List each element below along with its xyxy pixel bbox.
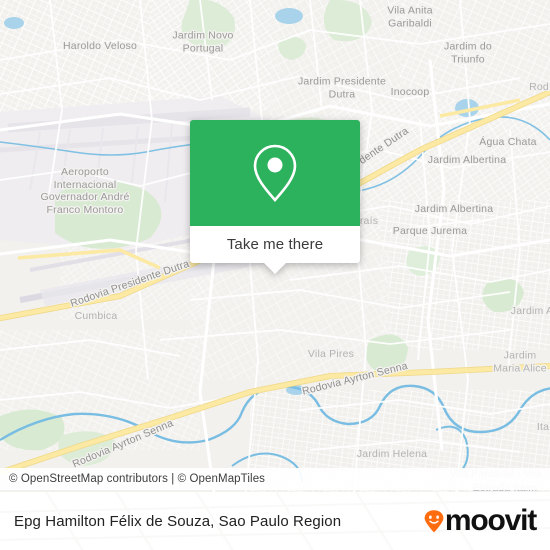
moovit-wordmark: moovit xyxy=(444,504,537,537)
take-me-there-popup[interactable]: Take me there xyxy=(190,120,360,274)
map-viewport[interactable]: Haroldo Veloso Jardim Novo Portugal Jard… xyxy=(0,0,550,492)
moovit-logo[interactable]: moovit xyxy=(424,506,550,536)
popup-pointer xyxy=(264,263,286,274)
moovit-smiley-pin-icon xyxy=(424,510,444,533)
map-attribution-text[interactable]: © OpenStreetMap contributors | © OpenMap… xyxy=(0,473,265,485)
footer-bar: Epg Hamilton Félix de Souza, Sao Paulo R… xyxy=(0,492,550,550)
page-title: Epg Hamilton Félix de Souza, Sao Paulo R… xyxy=(14,512,342,530)
map-attribution-bar: © OpenStreetMap contributors | © OpenMap… xyxy=(0,468,550,490)
map-pin-icon xyxy=(253,144,297,203)
popup-header xyxy=(190,120,360,226)
popup-action[interactable]: Take me there xyxy=(190,226,360,263)
moovit-map-screenshot: Haroldo Veloso Jardim Novo Portugal Jard… xyxy=(0,0,550,550)
popup-action-label: Take me there xyxy=(226,236,324,253)
